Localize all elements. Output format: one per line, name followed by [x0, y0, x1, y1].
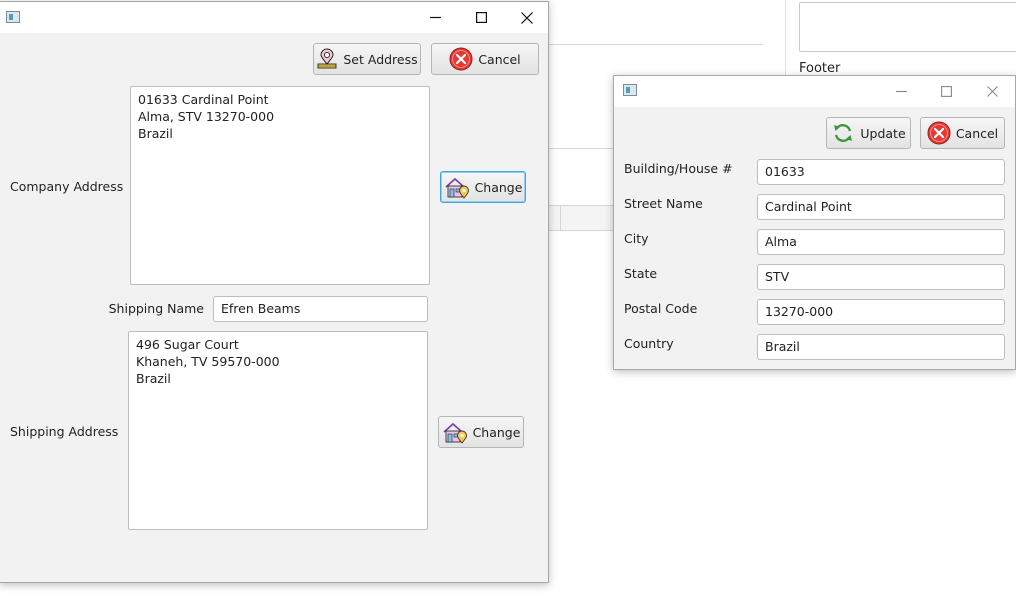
edit-address-dialog: Update Cancel Building/House # 01633 Str…	[613, 75, 1016, 370]
country-input[interactable]: Brazil	[757, 334, 1005, 360]
city-label: City	[624, 231, 649, 246]
set-address-button[interactable]: Set Address	[313, 43, 421, 75]
company-address-line: Brazil	[138, 126, 173, 141]
background-panel-divider	[785, 0, 786, 80]
shipping-change-label: Change	[472, 424, 521, 440]
title-bar	[0, 2, 548, 33]
cancel-x-icon	[449, 47, 473, 71]
background-divider-line	[548, 148, 618, 149]
shipping-address-line: Khaneh, TV 59570-000	[136, 354, 280, 369]
cancel-button[interactable]: Cancel	[431, 43, 539, 75]
company-change-label: Change	[474, 179, 523, 195]
minimize-icon	[895, 90, 907, 93]
dialog-cancel-button[interactable]: Cancel	[920, 117, 1005, 149]
company-address-line: Alma, STV 13270-000	[138, 109, 275, 124]
app-window-icon	[6, 11, 20, 23]
shipping-address-label: Shipping Address	[10, 424, 119, 439]
building-number-label: Building/House #	[624, 161, 733, 176]
street-name-label: Street Name	[624, 196, 703, 211]
refresh-icon	[834, 124, 853, 142]
cancel-label: Cancel	[478, 51, 521, 67]
country-label: Country	[624, 336, 674, 351]
minimize-icon	[429, 16, 441, 19]
background-footer-label: Footer	[799, 61, 841, 76]
dialog-title-bar	[614, 76, 1015, 107]
update-label: Update	[860, 125, 906, 141]
cancel-x-icon	[927, 121, 951, 145]
house-pin-icon	[443, 422, 467, 444]
close-icon	[986, 86, 998, 97]
background-table-header	[548, 205, 618, 231]
shipping-address-textarea[interactable]: 496 Sugar Court Khaneh, TV 59570-000 Bra…	[128, 331, 428, 530]
dialog-cancel-label: Cancel	[955, 125, 999, 141]
background-divider-line	[548, 44, 763, 45]
company-address-textarea[interactable]: 01633 Cardinal Point Alma, STV 13270-000…	[130, 86, 430, 285]
house-pin-icon	[445, 177, 469, 199]
address-window: Set Address Cancel Company Address 01633…	[0, 1, 549, 583]
shipping-name-input[interactable]: Efren Beams	[213, 296, 428, 322]
company-address-line: 01633 Cardinal Point	[138, 92, 269, 107]
close-icon	[521, 11, 533, 24]
state-input[interactable]: STV	[757, 264, 1005, 290]
set-address-label: Set Address	[343, 51, 418, 67]
close-button[interactable]	[504, 2, 550, 33]
map-pin-icon	[317, 48, 337, 69]
shipping-address-line: 496 Sugar Court	[136, 337, 239, 352]
update-button[interactable]: Update	[826, 117, 911, 149]
shipping-name-label: Shipping Name	[108, 301, 204, 316]
dialog-maximize-button[interactable]	[923, 76, 969, 107]
company-change-button[interactable]: Change	[440, 171, 526, 203]
app-window-icon	[623, 84, 637, 96]
maximize-icon	[475, 12, 487, 23]
street-name-input[interactable]: Cardinal Point	[757, 194, 1005, 220]
maximize-button[interactable]	[458, 2, 504, 33]
shipping-change-button[interactable]: Change	[438, 416, 524, 448]
postal-code-label: Postal Code	[624, 301, 698, 316]
minimize-button[interactable]	[412, 2, 458, 33]
shipping-address-line: Brazil	[136, 371, 171, 386]
building-number-input[interactable]: 01633	[757, 159, 1005, 185]
background-text-area[interactable]	[799, 2, 1016, 52]
state-label: State	[624, 266, 658, 281]
postal-code-input[interactable]: 13270-000	[757, 299, 1005, 325]
company-address-label: Company Address	[10, 179, 124, 194]
city-input[interactable]: Alma	[757, 229, 1005, 255]
dialog-close-button[interactable]	[969, 76, 1015, 107]
dialog-minimize-button[interactable]	[878, 76, 924, 107]
maximize-icon	[940, 86, 952, 97]
